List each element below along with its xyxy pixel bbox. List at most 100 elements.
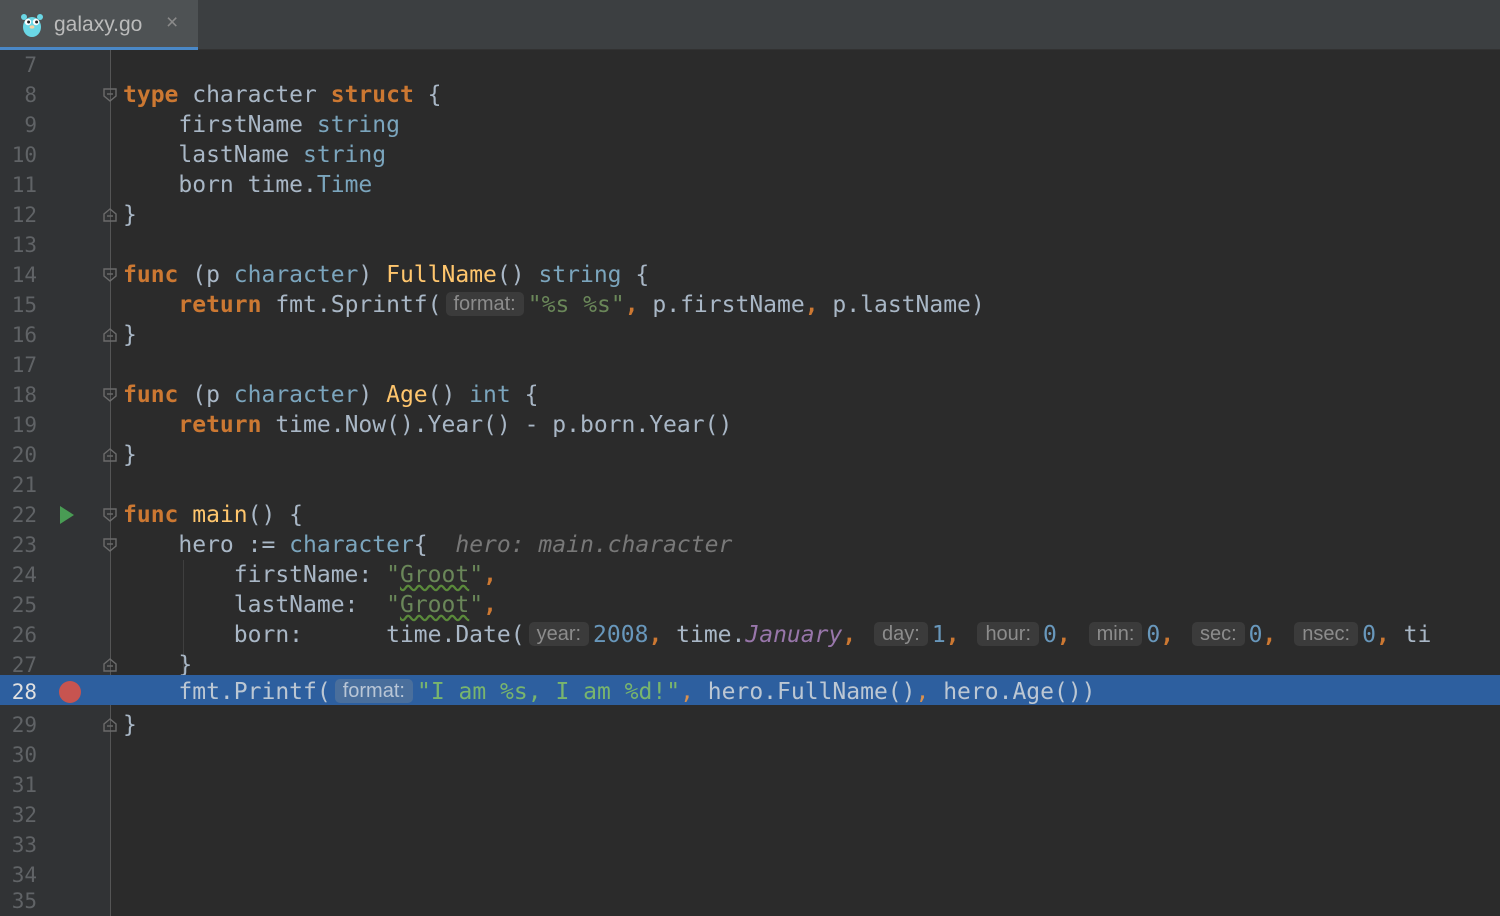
param-hint: format: — [445, 292, 524, 316]
line-number: 16 — [11, 323, 37, 347]
code-line[interactable]: 24 firstName: "Groot", — [0, 560, 1500, 590]
editor-tab-bar: galaxy.go × — [0, 0, 1500, 50]
param-hint: year: — [528, 622, 590, 646]
code-line[interactable]: 21 — [0, 470, 1500, 500]
code-line[interactable]: 33 — [0, 830, 1500, 860]
code-line[interactable]: 19 return time.Now().Year() - p.born.Yea… — [0, 410, 1500, 440]
code-text: born time.Time — [123, 172, 373, 198]
code-text: return fmt.Sprintf(format: "%s %s", p.fir… — [178, 292, 985, 318]
fold-marker-icon[interactable] — [103, 88, 117, 102]
code-text: func (p character) Age() int { — [123, 382, 539, 408]
code-line[interactable]: 8 type character struct { — [0, 80, 1500, 110]
line-number: 19 — [11, 413, 37, 437]
param-hint: nsec: — [1294, 622, 1359, 646]
line-number: 24 — [11, 563, 37, 587]
gopher-icon — [21, 14, 43, 37]
line-number: 8 — [24, 83, 37, 107]
code-line[interactable]: 17 — [0, 350, 1500, 380]
line-number: 33 — [11, 833, 37, 857]
fold-marker-icon[interactable] — [103, 718, 117, 732]
line-number: 10 — [11, 143, 37, 167]
line-number: 30 — [11, 743, 37, 767]
code-line[interactable]: 28 fmt.Printf(format: "I am %s, I am %d!"… — [0, 677, 1500, 707]
code-text: } — [123, 322, 137, 348]
code-line[interactable]: 10 lastName string — [0, 140, 1500, 170]
line-number: 18 — [11, 383, 37, 407]
line-number: 25 — [11, 593, 37, 617]
line-number: 12 — [11, 203, 37, 227]
code-text: return time.Now().Year() - p.born.Year() — [178, 412, 733, 438]
line-number: 13 — [11, 233, 37, 257]
line-number: 28 — [11, 680, 37, 704]
param-hint: sec: — [1191, 622, 1245, 646]
code-text: } — [123, 442, 137, 468]
line-number: 7 — [24, 53, 37, 77]
code-line[interactable]: 32 — [0, 800, 1500, 830]
code-line[interactable]: 11 born time.Time — [0, 170, 1500, 200]
code-text: func (p character) FullName() string { — [123, 262, 650, 288]
code-line[interactable]: 16 } — [0, 320, 1500, 350]
code-line[interactable]: 12 } — [0, 200, 1500, 230]
line-number: 9 — [24, 113, 37, 137]
code-line[interactable]: 20 } — [0, 440, 1500, 470]
code-line[interactable]: 30 — [0, 740, 1500, 770]
fold-marker-icon[interactable] — [103, 538, 117, 552]
code-line[interactable]: 18 func (p character) Age() int { — [0, 380, 1500, 410]
tab-label: galaxy.go — [54, 13, 143, 36]
fold-marker-icon[interactable] — [103, 508, 117, 522]
code-text: hero := character{ hero: main.character — [123, 532, 733, 558]
code-line[interactable]: 9 firstName string — [0, 110, 1500, 140]
param-hint: hour: — [977, 622, 1040, 646]
code-line[interactable]: 7 — [0, 50, 1500, 80]
spellcheck-word: Groot — [399, 592, 470, 618]
close-icon[interactable]: × — [166, 11, 178, 35]
fold-marker-icon[interactable] — [103, 448, 117, 462]
code-text: born: time.Date(year: 2008, time.January,… — [123, 622, 1432, 648]
code-line[interactable]: 26 born: time.Date(year: 2008, time.Janua… — [0, 620, 1500, 650]
tab-galaxy-go[interactable]: galaxy.go × — [0, 0, 198, 50]
code-line[interactable]: 22 func main() { — [0, 500, 1500, 530]
line-number: 23 — [11, 533, 37, 557]
code-text: } — [123, 712, 137, 738]
line-number: 14 — [11, 263, 37, 287]
code-text: func main() { — [123, 502, 304, 528]
code-text: firstName string — [123, 112, 400, 138]
code-line[interactable]: 35 — [0, 886, 1500, 916]
code-line[interactable]: 13 — [0, 230, 1500, 260]
line-number: 15 — [11, 293, 37, 317]
fold-marker-icon[interactable] — [103, 388, 117, 402]
param-hint: day: — [874, 622, 928, 646]
fold-marker-icon[interactable] — [103, 208, 117, 222]
code-line[interactable]: 23 hero := character{ hero: main.charact… — [0, 530, 1500, 560]
fold-marker-icon[interactable] — [103, 328, 117, 342]
spellcheck-word: Groot — [399, 562, 470, 588]
line-number: 32 — [11, 803, 37, 827]
code-line[interactable]: 25 lastName: "Groot", — [0, 590, 1500, 620]
line-number: 22 — [11, 503, 37, 527]
line-number: 34 — [11, 863, 37, 887]
code-text: firstName: "Groot", — [123, 562, 497, 588]
code-line[interactable]: 31 — [0, 770, 1500, 800]
type-inlay-hint: hero: main.character — [427, 532, 733, 558]
line-number: 11 — [11, 173, 37, 197]
param-hint: format: — [334, 679, 413, 703]
code-editor[interactable]: 7 8 type character struct { 9 firstName … — [0, 50, 1500, 916]
code-text: fmt.Printf(format: "I am %s, I am %d!", h… — [123, 679, 1096, 705]
line-number: 29 — [11, 713, 37, 737]
code-text: lastName: "Groot", — [123, 592, 497, 618]
line-number: 17 — [11, 353, 37, 377]
code-line[interactable]: 15 return fmt.Sprintf(format: "%s %s", p.… — [0, 290, 1500, 320]
code-line[interactable]: 14 func (p character) FullName() string … — [0, 260, 1500, 290]
code-line[interactable]: 29 } — [0, 710, 1500, 740]
line-number: 31 — [11, 773, 37, 797]
code-text: type character struct { — [123, 82, 442, 108]
fold-marker-icon[interactable] — [103, 658, 117, 672]
line-number: 35 — [11, 889, 37, 913]
run-arrow-icon[interactable] — [58, 504, 76, 526]
line-number: 21 — [11, 473, 37, 497]
fold-marker-icon[interactable] — [103, 268, 117, 282]
code-text: lastName string — [123, 142, 387, 168]
line-number: 20 — [11, 443, 37, 467]
code-text: } — [123, 202, 137, 228]
breakpoint-icon[interactable] — [59, 681, 81, 703]
